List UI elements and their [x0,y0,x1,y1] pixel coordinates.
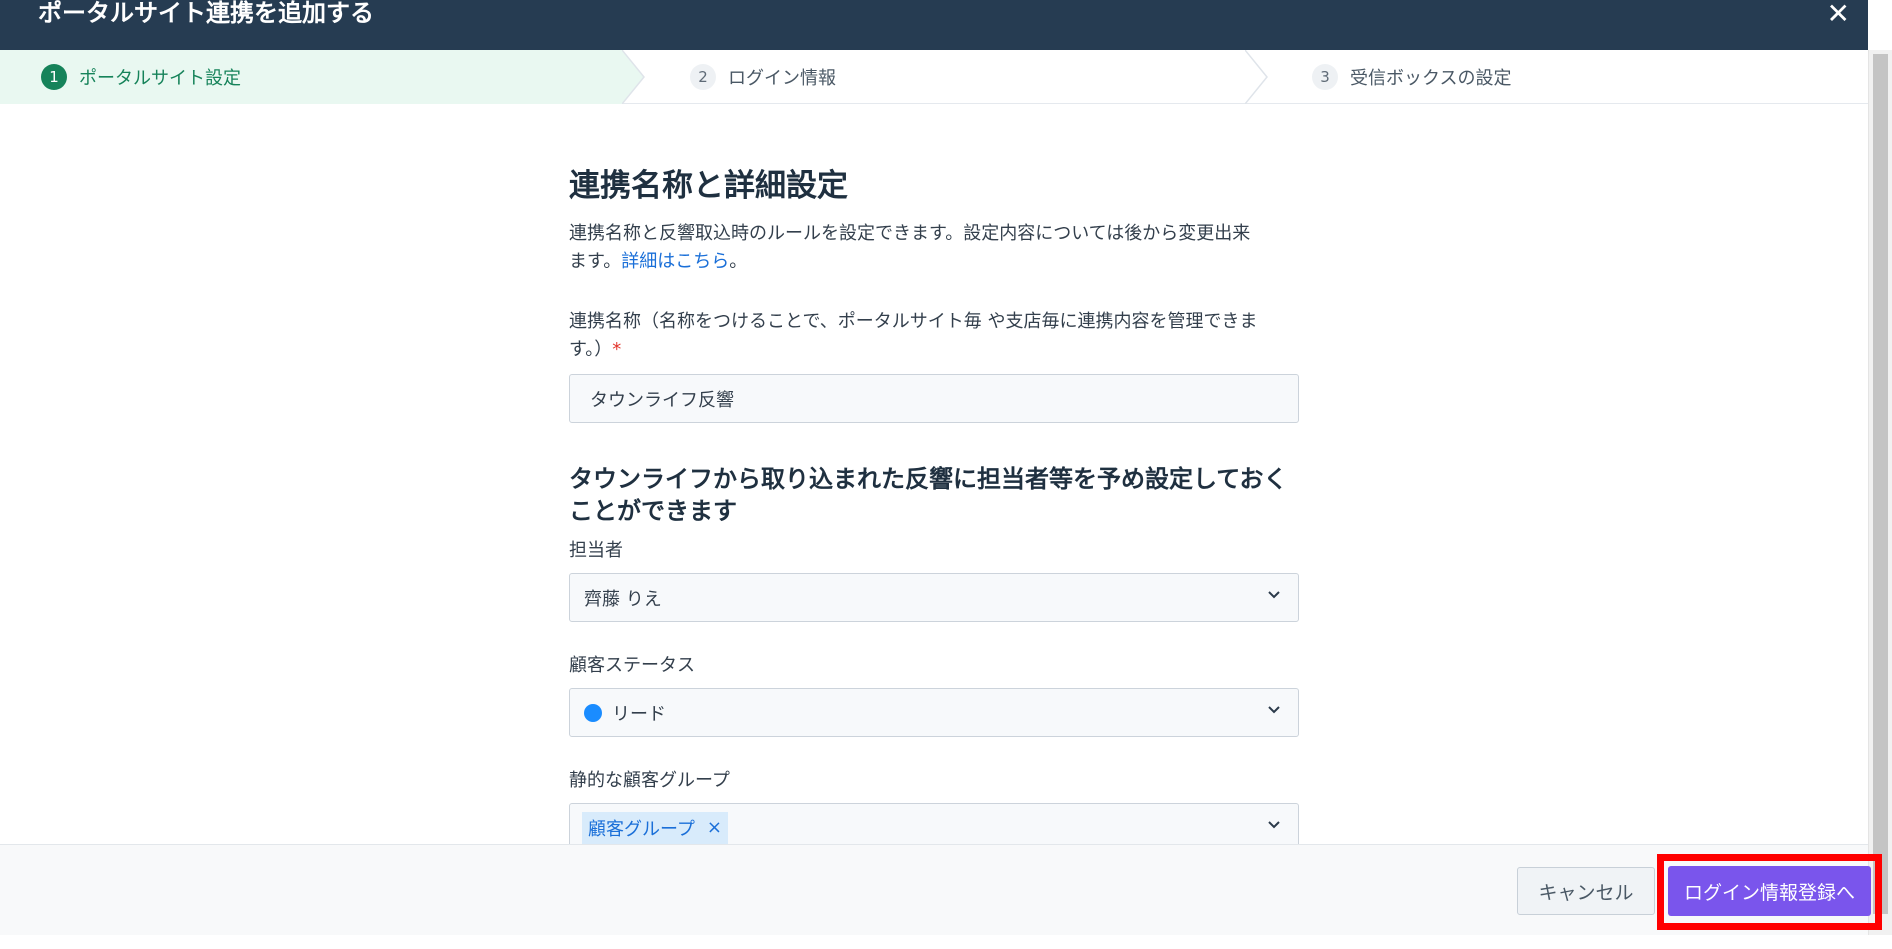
step-label: 受信ボックスの設定 [1350,68,1512,89]
chevron-down-icon [1268,706,1280,714]
status-color-dot [584,703,602,722]
name-field-label: 連携名称（名称をつけることで、ポータルサイト毎 や支店毎に連携内容を管理できま … [569,308,1299,364]
step-chevron-icon [622,50,645,104]
chevron-down-icon [1268,591,1280,599]
group-label: 静的な顧客グループ [569,770,730,791]
heading-line: タウンライフから取り込まれた反響に担当者等を予め設定しておく [569,465,1288,493]
connection-name-input[interactable]: タウンライフ反響 [569,374,1299,423]
group-tag: 顧客グループ × [582,811,729,844]
step-inbox-settings: 3 受信ボックスの設定 [1312,50,1511,104]
next-login-button[interactable]: ログイン情報登録へ [1668,866,1871,916]
step-label: ログイン情報 [728,68,836,89]
tag-label: 顧客グループ [588,818,695,840]
assignee-label: 担当者 [569,540,623,561]
description-line: 連携名称と反響取込時のルールを設定できます。設定内容については後から変更出来 [569,223,1251,244]
status-select[interactable]: リード [569,688,1299,737]
section-description: 連携名称と反響取込時のルールを設定できます。設定内容については後から変更出来 ま… [569,220,1299,276]
modal-footer: キャンセル ログイン情報登録へ [0,844,1882,935]
scrollbar[interactable] [1868,50,1892,935]
details-link[interactable]: 詳細はこちら [621,251,729,272]
bottom-strip [0,935,1892,949]
stepper: 1 ポータルサイト設定 2 ログイン情報 3 受信ボックスの設定 [0,50,1868,104]
assignee-select[interactable]: 齊藤 りえ [569,573,1299,622]
group-select[interactable]: 顧客グループ × [569,803,1299,844]
select-value: 齊藤 りえ [584,588,662,610]
heading-line: ことができます [569,497,737,525]
step-chevron-icon [1245,50,1268,104]
description-text: ます。 [569,251,622,272]
step-portal-settings: 1 ポータルサイト設定 [0,50,622,104]
description-line: ます。詳細はこちら。 [569,248,1299,276]
scrollbar-thumb[interactable] [1873,54,1888,914]
step-number: 2 [690,64,716,90]
required-mark: * [612,339,622,360]
defaults-heading: タウンライフから取り込まれた反響に担当者等を予め設定しておく ことができます [569,463,1299,527]
step-number: 1 [41,64,67,90]
step-login-info: 2 ログイン情報 [690,50,836,104]
description-text: 。 [729,251,748,272]
label-line: 連携名称（名称をつけることで、ポータルサイト毎 や支店毎に連携内容を管理できま [569,311,1258,332]
section-heading: 連携名称と詳細設定 [569,168,848,204]
label-line: す。）* [569,336,1299,364]
close-icon[interactable]: ✕ [1827,0,1850,28]
status-label: 顧客ステータス [569,655,695,676]
input-value: タウンライフ反響 [590,389,734,411]
form-content: 連携名称と詳細設定 連携名称と反響取込時のルールを設定できます。設定内容について… [569,104,1299,844]
modal-title: ポータルサイト連携を追加する [38,0,374,27]
step-label: ポータルサイト設定 [79,68,241,89]
step-number: 3 [1312,64,1338,90]
select-value: リード [612,703,666,725]
modal-header: ポータルサイト連携を追加する ✕ [0,0,1868,50]
chevron-down-icon [1268,821,1280,829]
label-text: す。） [569,339,613,360]
remove-tag-icon[interactable]: × [707,817,722,838]
cancel-button[interactable]: キャンセル [1517,867,1655,915]
